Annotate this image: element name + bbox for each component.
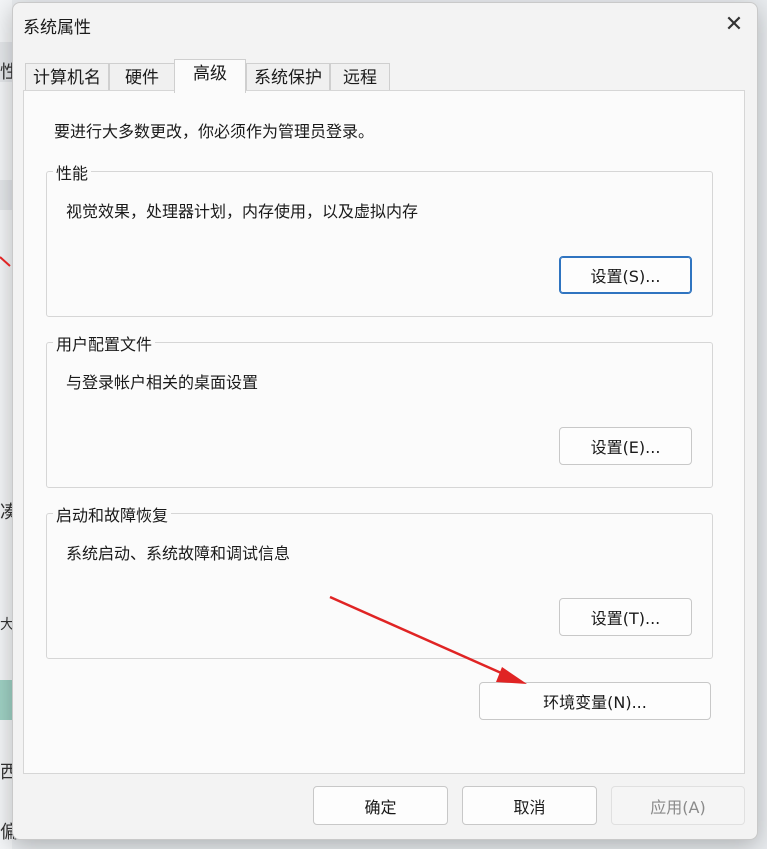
group-label: 用户配置文件: [53, 331, 156, 355]
environment-variables-button[interactable]: 环境变量(N)...: [479, 682, 711, 720]
startup-recovery-group: 启动和故障恢复 系统启动、系统故障和调试信息 设置(T)...: [46, 502, 713, 659]
group-description: 与登录帐户相关的桌面设置: [66, 373, 259, 392]
tab-system-protection[interactable]: 系统保护: [246, 63, 330, 92]
close-button[interactable]: ✕: [721, 11, 747, 37]
cancel-button[interactable]: 取消: [462, 786, 597, 825]
title-bar: 系统属性 ✕: [13, 3, 757, 45]
tab-hardware[interactable]: 硬件: [109, 63, 175, 92]
advanced-panel: 要进行大多数更改，你必须作为管理员登录。 性能 视觉效果，处理器计划，内存使用，…: [23, 90, 745, 774]
background-window: 性 凑 大 西 偏: [0, 0, 18, 849]
performance-group: 性能 视觉效果，处理器计划，内存使用，以及虚拟内存 设置(S)...: [46, 160, 713, 317]
group-description: 视觉效果，处理器计划，内存使用，以及虚拟内存: [66, 202, 419, 221]
user-profiles-group: 用户配置文件 与登录帐户相关的桌面设置 设置(E)...: [46, 331, 713, 488]
tab-remote[interactable]: 远程: [330, 63, 390, 92]
startup-recovery-settings-button[interactable]: 设置(T)...: [559, 598, 692, 636]
user-profiles-settings-button[interactable]: 设置(E)...: [559, 427, 692, 465]
dialog-title: 系统属性: [23, 18, 91, 38]
ok-button[interactable]: 确定: [313, 786, 448, 825]
group-label: 性能: [53, 160, 92, 184]
system-properties-dialog: 系统属性 ✕ 计算机名 硬件 高级 系统保护 远程 要进行大多数更改，你必须作为…: [12, 2, 758, 840]
performance-settings-button[interactable]: 设置(S)...: [559, 256, 692, 294]
tab-computer-name[interactable]: 计算机名: [25, 63, 109, 92]
tab-advanced[interactable]: 高级: [174, 59, 246, 93]
group-description: 系统启动、系统故障和调试信息: [66, 544, 291, 563]
apply-button[interactable]: 应用(A): [611, 786, 745, 825]
admin-notice: 要进行大多数更改，你必须作为管理员登录。: [54, 122, 375, 141]
close-icon: ✕: [724, 11, 744, 37]
group-label: 启动和故障恢复: [53, 502, 172, 526]
